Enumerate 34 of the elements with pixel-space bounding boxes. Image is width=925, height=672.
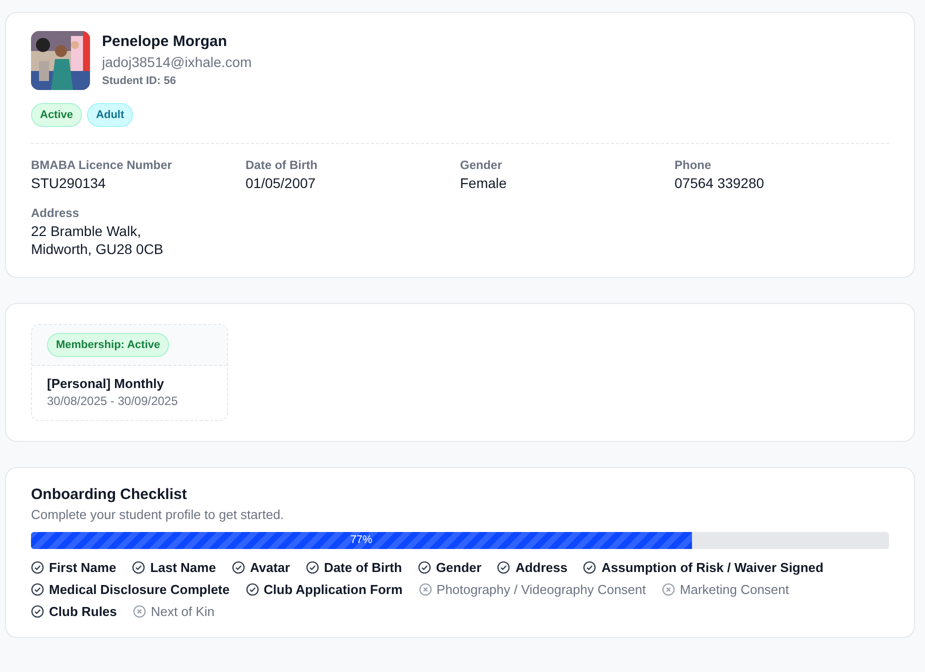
checklist-item: Last Name xyxy=(150,560,216,575)
checklist-item: Date of Birth xyxy=(324,560,402,575)
field-label: Gender xyxy=(460,158,504,172)
status-badge: Adult xyxy=(87,103,134,127)
checklist-item: Gender xyxy=(436,560,482,575)
checklist-item: Club Rules xyxy=(49,604,117,619)
field-value: 07564 339280 xyxy=(674,174,766,192)
student-email: jadoj38514@ixhale.com xyxy=(102,54,252,70)
checklist-item: Medical Disclosure Complete xyxy=(49,582,230,597)
plan-dates: 30/08/2025 - 30/09/2025 xyxy=(47,394,179,408)
field-label: Phone xyxy=(674,158,712,172)
checklist-title: Onboarding Checklist xyxy=(31,486,188,503)
field-value: STU290134 xyxy=(31,174,107,192)
status-badge: Membership: Active xyxy=(47,332,170,357)
checklist-item: Photography / Videography Consent xyxy=(436,582,646,597)
checklist-subtitle: Complete your student profile to get started. xyxy=(31,506,285,522)
checklist-item: Next of Kin xyxy=(150,604,214,619)
checklist-item: Avatar xyxy=(250,560,290,575)
checklist-item: Assumption of Risk / Waiver Signed xyxy=(601,560,824,575)
student-id: Student ID: 56 xyxy=(102,75,177,87)
field-value: 01/05/2007 xyxy=(246,174,317,192)
student-name: Penelope Morgan xyxy=(102,33,228,50)
plan-name: [Personal] Monthly xyxy=(47,376,166,391)
field-value: Female xyxy=(460,174,508,192)
checklist-item: Address xyxy=(515,560,568,575)
checklist-item: First Name xyxy=(49,560,116,575)
field-label: Date of Birth xyxy=(246,158,318,172)
checklist-item: Club Application Form xyxy=(264,582,403,597)
progress-label: 77% xyxy=(350,534,372,546)
field-value: 22 Bramble Walk, Midworth, GU28 0CB xyxy=(31,222,164,259)
checklist-item: Marketing Consent xyxy=(680,582,790,597)
field-label: BMABA Licence Number xyxy=(31,158,173,172)
field-label: Address xyxy=(31,206,80,220)
status-badge: Active xyxy=(31,103,82,127)
